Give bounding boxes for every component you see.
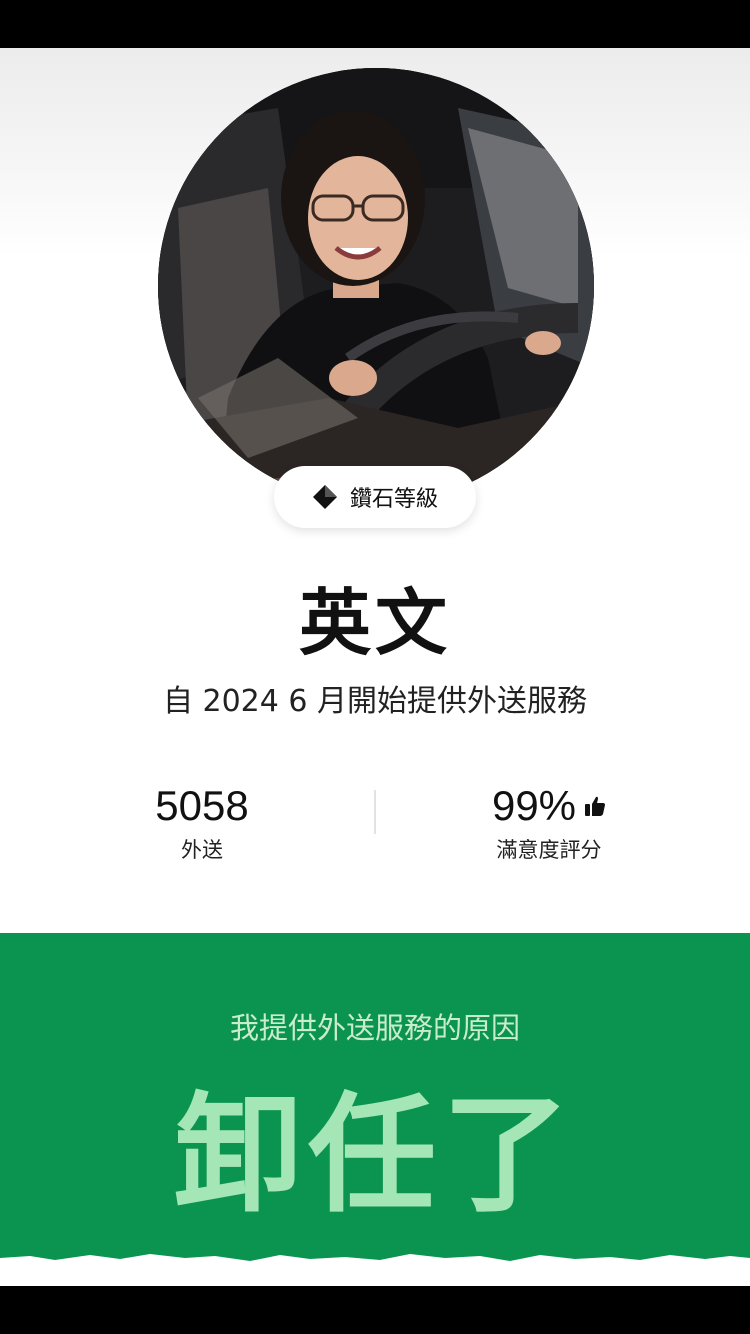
courier-profile-card: 鑽石等級 英文 自 2024 6 月開始提供外送服務 5058 外送 99% 滿…: [0, 48, 750, 1286]
deliveries-count: 5058: [155, 782, 249, 829]
torn-paper-edge: [0, 1254, 750, 1286]
service-since-text: 自 2024 6 月開始提供外送服務: [162, 684, 588, 719]
tier-badge: 鑽石等級: [274, 466, 476, 528]
bottom-black-bar: [0, 1286, 750, 1334]
deliveries-stat: 5058 外送: [82, 782, 322, 864]
rating-value-row: 99%: [492, 782, 606, 830]
profile-photo: [158, 68, 594, 504]
top-black-bar: [0, 0, 750, 48]
reason-panel: 我提供外送服務的原因 卸任了: [0, 933, 750, 1286]
deliveries-label: 外送: [181, 838, 223, 862]
reason-heading: 我提供外送服務的原因: [229, 1011, 520, 1045]
rating-label: 滿意度評分: [496, 838, 602, 862]
rating-stat: 99% 滿意度評分: [429, 782, 669, 864]
stat-divider: [374, 790, 376, 834]
diamond-icon: [312, 485, 337, 509]
reason-text: 卸任了: [173, 1081, 576, 1230]
courier-name: 英文: [298, 581, 451, 665]
thumbs-up-icon: [585, 796, 606, 816]
rating-percentage: 99%: [491, 782, 577, 829]
tier-label: 鑽石等級: [349, 487, 438, 512]
